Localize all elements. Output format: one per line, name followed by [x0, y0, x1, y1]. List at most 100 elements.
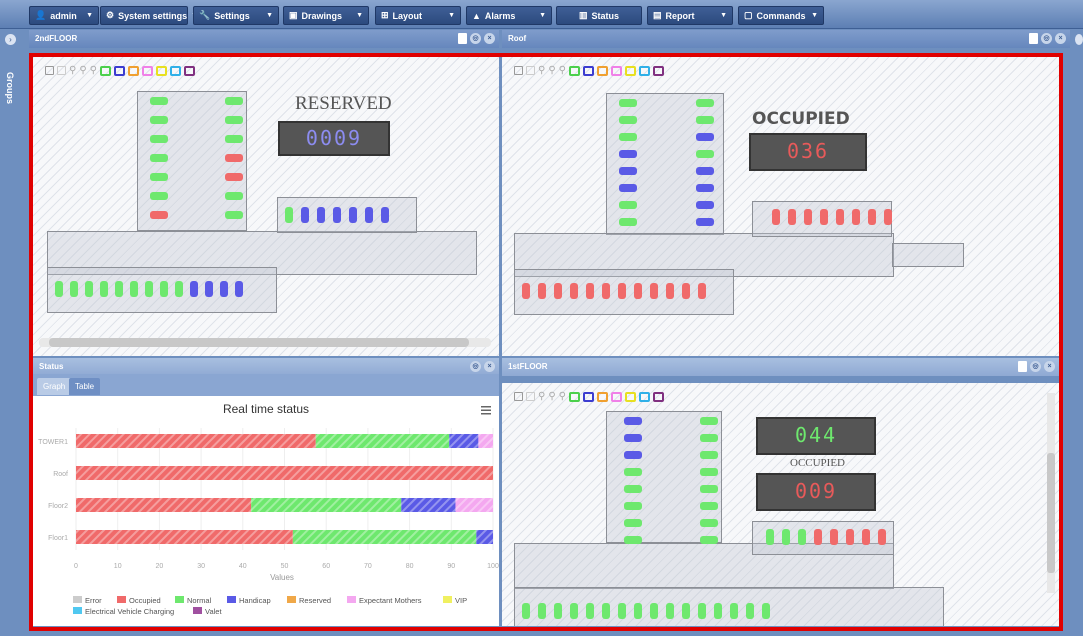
filter-normal-icon[interactable] — [568, 65, 580, 76]
expand-right-icon[interactable] — [1075, 34, 1083, 45]
system-settings-menu[interactable]: ⚙System settings▼ — [100, 6, 198, 25]
select-tool-icon[interactable] — [514, 392, 523, 401]
parking-spot[interactable] — [624, 434, 642, 442]
admin-menu[interactable]: 👤 admin ▼ — [29, 6, 99, 25]
filter-ev-icon[interactable] — [638, 391, 650, 402]
parking-spot[interactable] — [160, 281, 168, 297]
filter-expectant-icon[interactable] — [610, 65, 622, 76]
parking-spot[interactable] — [538, 603, 546, 619]
parking-spot[interactable] — [150, 173, 168, 181]
filter-handicap-icon[interactable] — [582, 65, 594, 76]
alarms-menu[interactable]: ▲ Alarms ▼ — [466, 6, 552, 25]
settings-icon[interactable]: ◎ — [1030, 361, 1041, 372]
parking-spot[interactable] — [619, 116, 637, 124]
parking-spot[interactable] — [884, 209, 892, 225]
parking-spot[interactable] — [782, 529, 790, 545]
parking-spot[interactable] — [696, 150, 714, 158]
status-button[interactable]: ▥ Status — [556, 6, 642, 25]
parking-spot[interactable] — [225, 173, 243, 181]
grid-tool-icon[interactable] — [57, 66, 66, 75]
parking-spot[interactable] — [619, 218, 637, 226]
parking-spot[interactable] — [570, 283, 578, 299]
parking-spot[interactable] — [225, 211, 243, 219]
pin-icon[interactable] — [1029, 33, 1038, 44]
parking-spot[interactable] — [830, 529, 838, 545]
zoom-out-icon[interactable]: ⚲ — [90, 65, 97, 76]
settings-icon[interactable]: ◎ — [470, 361, 481, 372]
filter-vip-icon[interactable] — [624, 391, 636, 402]
parking-spot[interactable] — [619, 150, 637, 158]
select-tool-icon[interactable] — [45, 66, 54, 75]
parking-spot[interactable] — [618, 283, 626, 299]
parking-spot[interactable] — [554, 603, 562, 619]
close-icon[interactable]: × — [484, 361, 495, 372]
parking-spot[interactable] — [624, 417, 642, 425]
filter-handicap-icon[interactable] — [582, 391, 594, 402]
parking-spot[interactable] — [846, 529, 854, 545]
filter-vip-icon[interactable] — [624, 65, 636, 76]
parking-spot[interactable] — [285, 207, 293, 223]
parking-spot[interactable] — [624, 451, 642, 459]
scrollbar-thumb[interactable] — [49, 338, 469, 347]
zoom-in-icon[interactable]: ⚲ — [79, 65, 86, 76]
filter-ev-icon[interactable] — [169, 65, 181, 76]
parking-spot[interactable] — [301, 207, 309, 223]
parking-spot[interactable] — [696, 201, 714, 209]
report-menu[interactable]: ▤ Report ▼ — [647, 6, 733, 25]
parking-spot[interactable] — [225, 192, 243, 200]
parking-spot[interactable] — [696, 116, 714, 124]
grid-tool-icon[interactable] — [526, 66, 535, 75]
parking-spot[interactable] — [696, 184, 714, 192]
zoom-out-icon[interactable]: ⚲ — [559, 391, 566, 402]
parking-spot[interactable] — [349, 207, 357, 223]
parking-spot[interactable] — [762, 603, 770, 619]
parking-spot[interactable] — [698, 603, 706, 619]
parking-spot[interactable] — [522, 603, 530, 619]
parking-spot[interactable] — [190, 281, 198, 297]
close-icon[interactable]: × — [1044, 361, 1055, 372]
parking-spot[interactable] — [522, 283, 530, 299]
zoom-in-icon[interactable]: ⚲ — [548, 65, 555, 76]
parking-spot[interactable] — [100, 281, 108, 297]
filter-valet-icon[interactable] — [652, 65, 664, 76]
zoom-out-icon[interactable]: ⚲ — [559, 65, 566, 76]
filter-reserved-icon[interactable] — [127, 65, 139, 76]
parking-spot[interactable] — [624, 519, 642, 527]
parking-spot[interactable] — [624, 485, 642, 493]
settings-menu[interactable]: 🔧 Settings ▼ — [193, 6, 279, 25]
parking-spot[interactable] — [586, 283, 594, 299]
parking-spot[interactable] — [225, 135, 243, 143]
parking-spot[interactable] — [878, 529, 886, 545]
parking-spot[interactable] — [602, 603, 610, 619]
filter-reserved-icon[interactable] — [596, 391, 608, 402]
parking-spot[interactable] — [130, 281, 138, 297]
parking-spot[interactable] — [666, 283, 674, 299]
parking-spot[interactable] — [714, 603, 722, 619]
parking-spot[interactable] — [619, 184, 637, 192]
parking-spot[interactable] — [220, 281, 228, 297]
zoom-icon[interactable]: ⚲ — [538, 65, 545, 76]
pin-icon[interactable] — [458, 33, 467, 44]
layout-menu[interactable]: ⊞ Layout ▼ — [375, 6, 461, 25]
parking-spot[interactable] — [225, 116, 243, 124]
parking-spot[interactable] — [150, 192, 168, 200]
parking-spot[interactable] — [788, 209, 796, 225]
parking-spot[interactable] — [696, 167, 714, 175]
parking-spot[interactable] — [746, 603, 754, 619]
parking-spot[interactable] — [70, 281, 78, 297]
parking-spot[interactable] — [698, 283, 706, 299]
parking-spot[interactable] — [624, 468, 642, 476]
groups-sidebar[interactable]: › Groups — [0, 30, 20, 636]
select-tool-icon[interactable] — [514, 66, 523, 75]
parking-spot[interactable] — [235, 281, 243, 297]
parking-spot[interactable] — [700, 468, 718, 476]
parking-spot[interactable] — [696, 133, 714, 141]
right-collapsed-panel[interactable] — [1072, 30, 1083, 636]
panel-header-roof[interactable]: Roof ◎ × — [502, 30, 1070, 48]
parking-spot[interactable] — [381, 207, 389, 223]
tab-graph[interactable]: Graph — [37, 378, 72, 395]
parking-spot[interactable] — [55, 281, 63, 297]
parking-spot[interactable] — [634, 283, 642, 299]
parking-spot[interactable] — [700, 485, 718, 493]
parking-spot[interactable] — [772, 209, 780, 225]
